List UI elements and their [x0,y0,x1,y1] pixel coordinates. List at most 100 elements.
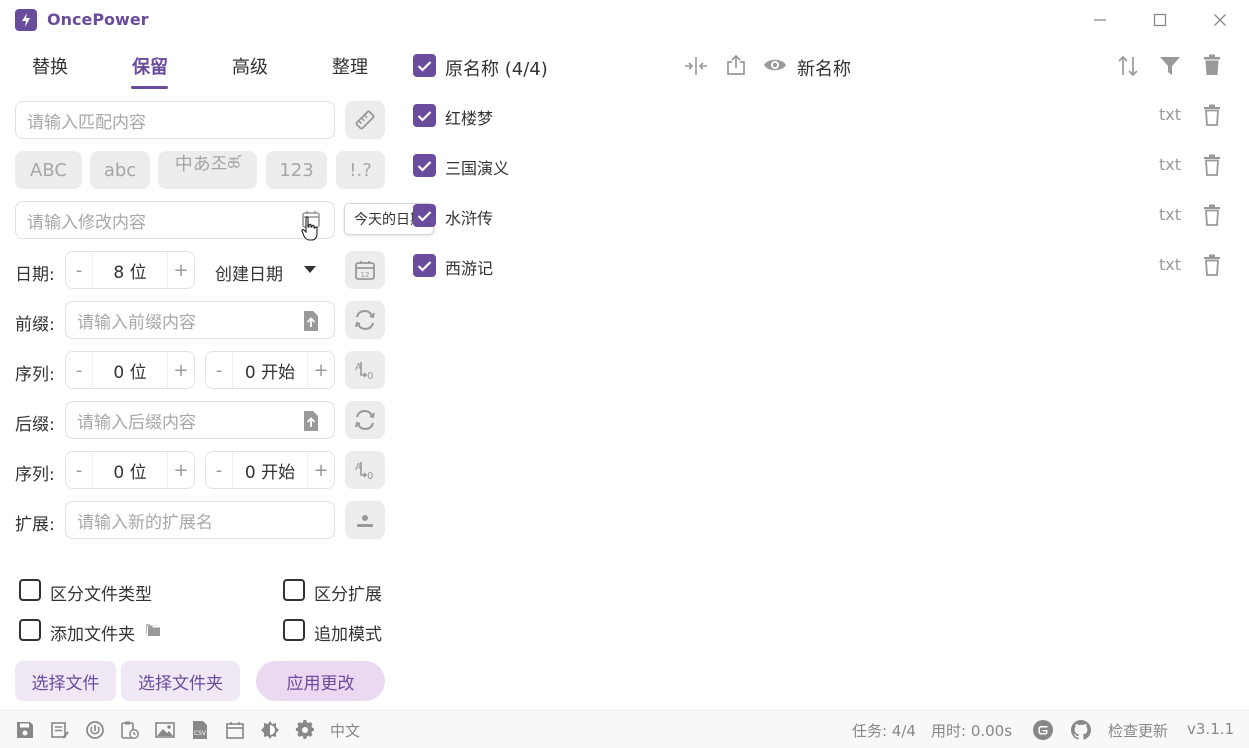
split-icon[interactable] [684,55,708,77]
maximize-button[interactable] [1148,8,1172,32]
delete-row-icon[interactable] [1203,154,1221,176]
date-label: 日期: [15,265,55,285]
select-folder-button[interactable]: 选择文件夹 [121,661,240,701]
date-digits-stepper[interactable]: - 8 位 + [65,251,195,289]
date-calendar-button[interactable]: 12 [345,251,385,289]
chip-symbols[interactable]: !.? [336,151,385,189]
svg-text:0: 0 [367,371,373,382]
sequence1-digits-plus[interactable]: + [168,360,194,381]
delete-row-icon[interactable] [1203,104,1221,126]
delete-row-icon[interactable] [1203,204,1221,226]
tab-organize[interactable]: 整理 [320,53,380,89]
check-update-link[interactable]: 检查更新 [1108,720,1168,741]
chip-digits[interactable]: 123 [266,151,327,189]
file-name: 红楼梦 [445,109,494,128]
select-files-button[interactable]: 选择文件 [15,661,116,701]
prefix-input[interactable]: 请输入前缀内容 [65,301,335,339]
svg-text:CSV: CSV [194,730,207,737]
sequence1-start-minus[interactable]: - [206,360,232,381]
extension-input[interactable]: 请输入新的扩展名 [65,501,335,539]
sequence2-start-value[interactable]: 0 开始 [232,452,308,488]
prefix-refresh-button[interactable] [345,301,385,339]
distinguish-ext-label: 区分扩展 [314,585,382,605]
minimize-button[interactable] [1088,8,1112,32]
sequence2-digits-minus[interactable]: - [66,460,92,481]
suffix-refresh-button[interactable] [345,401,385,439]
theme-icon[interactable] [260,720,280,740]
file-upload-icon[interactable] [302,310,320,332]
power-icon[interactable] [85,720,105,740]
sequence2-start-plus[interactable]: + [308,460,334,481]
gitee-icon[interactable] [1032,719,1054,741]
date-plus-button[interactable]: + [168,260,194,281]
sequence1-start-stepper[interactable]: - 0 开始 + [205,351,335,389]
apply-changes-button[interactable]: 应用更改 [256,661,385,701]
sequence1-start-value[interactable]: 0 开始 [232,352,308,388]
distinguish-type-checkbox[interactable] [19,579,41,601]
delete-row-icon[interactable] [1203,254,1221,276]
app-logo [15,9,37,31]
sequence1-start-plus[interactable]: + [308,360,334,381]
save-icon[interactable] [15,720,35,740]
chip-lowercase[interactable]: abc [90,151,150,189]
csv-file-icon[interactable]: CSV [190,720,210,740]
tab-keep[interactable]: 保留 [120,53,180,89]
distinguish-ext-checkbox[interactable] [283,579,305,601]
select-all-checkbox[interactable] [413,54,436,77]
tab-advanced[interactable]: 高级 [220,53,280,89]
delete-all-icon[interactable] [1203,54,1221,76]
file-checkbox[interactable] [413,254,436,277]
file-ext: txt [1159,105,1182,124]
match-input[interactable]: 请输入匹配内容 [15,101,335,139]
settings-gear-icon[interactable] [295,720,315,740]
sequence2-format-button[interactable]: A0 [345,451,385,489]
ruler-icon [354,109,376,131]
ruler-button[interactable] [345,101,385,139]
language-switch[interactable]: 中文 [330,720,360,741]
svg-text:12: 12 [361,271,370,279]
clipboard-clock-icon[interactable] [120,720,140,740]
file-upload-icon[interactable] [302,410,320,432]
list-edit-icon[interactable] [50,720,70,740]
filter-icon[interactable] [1159,56,1181,76]
extension-clear-button[interactable] [345,501,385,539]
date-type-select[interactable]: 创建日期 [215,260,283,285]
sequence1-digits-stepper[interactable]: - 0 位 + [65,351,195,389]
chip-uppercase[interactable]: ABC [15,151,82,189]
append-mode-label: 追加模式 [314,625,382,645]
sort-icon[interactable] [1116,54,1140,78]
sequence1-digits-value[interactable]: 0 位 [92,352,168,388]
file-checkbox[interactable] [413,204,436,227]
export-icon[interactable] [726,54,746,76]
tab-replace[interactable]: 替换 [20,53,80,89]
new-name-header: 新名称 [797,59,851,80]
svg-text:0: 0 [367,471,373,482]
sequence2-digits-stepper[interactable]: - 0 位 + [65,451,195,489]
sequence2-digits-plus[interactable]: + [168,460,194,481]
suffix-input[interactable]: 请输入后缀内容 [65,401,335,439]
calendar-icon[interactable] [225,720,245,740]
swap-arrows-icon [353,408,377,432]
caret-down-icon[interactable] [304,266,316,274]
date-digits-value[interactable]: 8 位 [92,252,168,288]
add-folder-checkbox[interactable] [19,619,41,641]
chip-cjk[interactable]: 中あ조ཚ [158,151,257,189]
eye-icon[interactable] [763,57,787,73]
file-checkbox[interactable] [413,104,436,127]
sequence2-start-minus[interactable]: - [206,460,232,481]
sequence1-format-button[interactable]: A0 [345,351,385,389]
image-icon[interactable] [155,720,175,740]
close-button[interactable] [1208,8,1232,32]
file-checkbox[interactable] [413,154,436,177]
append-mode-checkbox[interactable] [283,619,305,641]
date-minus-button[interactable]: - [66,260,92,281]
sequence2-start-stepper[interactable]: - 0 开始 + [205,451,335,489]
sequence2-digits-value[interactable]: 0 位 [92,452,168,488]
sequence2-label: 序列: [15,465,55,485]
original-name-header: 原名称 (4/4) [445,59,548,80]
github-icon[interactable] [1070,719,1092,741]
distinguish-type-label: 区分文件类型 [50,585,152,605]
sequence1-digits-minus[interactable]: - [66,360,92,381]
modify-input[interactable]: 请输入修改内容 [15,201,335,239]
version-label: v3.1.1 [1187,720,1235,738]
